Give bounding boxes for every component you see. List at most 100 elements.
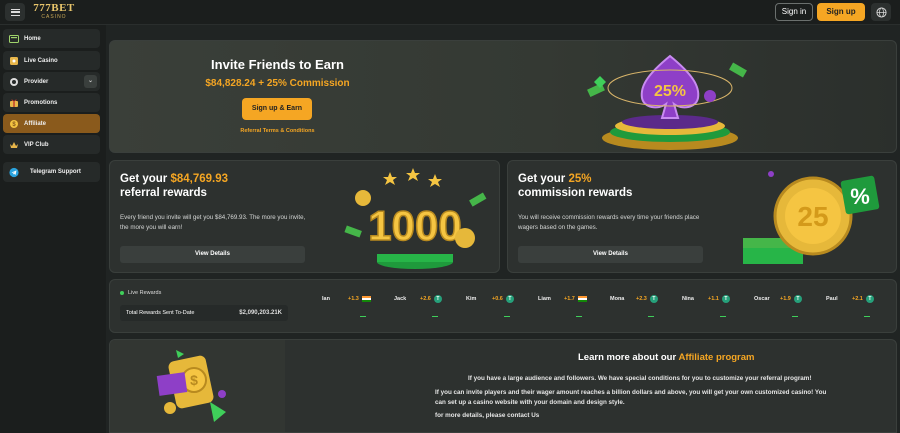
commission-description: You will receive commission rewards ever… <box>518 214 700 231</box>
globe-icon[interactable] <box>871 3 891 21</box>
sidebar-item-label: Promotions <box>24 99 58 106</box>
commission-badge: 25 <box>797 201 828 232</box>
commission-title: Get your 25% commission rewards <box>518 172 632 200</box>
hero-illustration: 25% <box>587 54 747 150</box>
ticker-item: Jack +2.6 T <box>394 294 442 304</box>
hero-banner: Invite Friends to Earn $84,828.24 + 25% … <box>109 40 897 153</box>
referral-terms-link[interactable]: Referral Terms & Conditions <box>110 128 445 134</box>
referral-title: Get your $84,769.93 referral rewards <box>120 172 228 200</box>
hero-title: Invite Friends to Earn <box>211 57 344 72</box>
referral-rewards-card: Get your $84,769.93 referral rewards Eve… <box>109 160 500 273</box>
tether-coin-icon: T <box>649 295 658 303</box>
ticker-divider <box>432 316 438 317</box>
vip-icon <box>9 140 19 150</box>
sidebar-item-label: Live Casino <box>24 57 58 64</box>
ticker-item: Paul +2.1 T <box>826 294 874 304</box>
affiliate-title-highlight: Affiliate program <box>678 352 755 363</box>
signup-earn-button[interactable]: Sign up & Earn <box>242 98 312 120</box>
tether-coin-icon: T <box>505 295 514 303</box>
live-casino-icon <box>9 56 19 66</box>
sidebar-item-promotions[interactable]: Promotions <box>3 93 100 112</box>
svg-text:%: % <box>850 184 870 209</box>
ticker-value: +0.6 <box>492 296 503 302</box>
sidebar-item-label: VIP Club <box>24 141 49 148</box>
live-rewards-label-text: Live Rewards <box>128 290 162 296</box>
referral-amount: $84,769.93 <box>170 173 229 185</box>
ticker-item: Oscar +1.9 T <box>754 294 802 304</box>
sidebar-item-vip-club[interactable]: VIP Club <box>3 135 100 154</box>
commission-view-details-button[interactable]: View Details <box>518 246 703 263</box>
total-rewards-box: Total Rewards Sent To-Date $2,090,203.21… <box>120 305 288 321</box>
sidebar-item-home[interactable]: Home <box>3 29 100 48</box>
hamburger-icon[interactable] <box>5 3 25 21</box>
commission-amount: 25% <box>568 173 592 185</box>
sidebar-item-live-casino[interactable]: Live Casino <box>3 51 100 70</box>
hero-amount: $84,828.24 + 25% Commission <box>205 78 350 89</box>
ticker-name: Nina <box>682 296 694 302</box>
ticker-divider <box>720 316 726 317</box>
logo[interactable]: 777BET CASINO <box>33 2 75 22</box>
ticker-divider <box>864 316 870 317</box>
affiliate-title-pre: Learn more about our <box>578 352 679 363</box>
commission-illustration: 25 % <box>743 171 880 264</box>
tether-coin-icon: T <box>865 295 874 303</box>
ticker-value: +1.3 <box>348 296 359 302</box>
affiliate-illustration: $ <box>110 340 285 432</box>
ticker-name: Jack <box>394 296 407 302</box>
live-rewards-panel: Live Rewards Total Rewards Sent To-Date … <box>109 279 897 333</box>
india-flag-icon <box>577 296 587 302</box>
ticker-item: Liam +1.7 <box>538 294 587 304</box>
ticker-divider <box>504 316 510 317</box>
live-rewards-label: Live Rewards <box>120 290 161 296</box>
chevron-down-icon[interactable]: ⌄ <box>84 75 97 88</box>
sidebar-item-provider[interactable]: Provider ⌄ <box>3 72 100 91</box>
tether-coin-icon: T <box>721 295 730 303</box>
ticker-name: Liam <box>538 296 551 302</box>
ticker-name: Oscar <box>754 296 770 302</box>
svg-text:$: $ <box>190 372 198 388</box>
tether-coin-icon: T <box>793 295 802 303</box>
affiliate-contact-link[interactable]: for more details, please contact Us <box>435 411 539 421</box>
ticker-value: +2.6 <box>420 296 431 302</box>
india-flag-icon <box>361 296 371 302</box>
promotions-icon <box>9 98 19 108</box>
ticker-value: +1.7 <box>564 296 575 302</box>
ticker-divider <box>360 316 366 317</box>
sidebar-item-label: Provider <box>24 78 49 85</box>
signin-button[interactable]: Sign in <box>775 3 813 21</box>
ticker-name: Mona <box>610 296 625 302</box>
logo-main-text: 777BET <box>33 2 75 14</box>
total-rewards-label: Total Rewards Sent To-Date <box>126 310 195 316</box>
sidebar-item-affiliate[interactable]: $ Affiliate <box>3 114 100 133</box>
ticker-item: Kim +0.6 T <box>466 294 514 304</box>
provider-icon <box>9 77 19 87</box>
sidebar-item-label: Affiliate <box>24 120 47 127</box>
affiliate-text-line: If you can invite players and their wage… <box>435 389 827 396</box>
ticker-divider <box>576 316 582 317</box>
referral-description: Every friend you invite will get you $84… <box>120 214 306 231</box>
ticker-item: Ian +1.3 <box>322 294 371 304</box>
referral-illustration: 1000 <box>344 168 487 269</box>
ticker-value: +1.9 <box>780 296 791 302</box>
commission-rewards-card: Get your 25% commission rewards You will… <box>507 160 897 273</box>
ticker-value: +1.1 <box>708 296 719 302</box>
signup-button[interactable]: Sign up <box>817 3 865 21</box>
ticker-divider <box>648 316 654 317</box>
affiliate-title: Learn more about our Affiliate program <box>578 352 754 363</box>
commission-title-post: commission rewards <box>518 187 633 199</box>
telegram-icon <box>9 167 19 177</box>
referral-view-details-button[interactable]: View Details <box>120 246 305 263</box>
ticker-item: Mona +2.3 T <box>610 294 658 304</box>
sidebar-item-telegram-support[interactable]: Telegram Support <box>3 162 100 182</box>
sidebar: Home Live Casino Provider ⌄ Promotions $… <box>0 25 106 433</box>
sidebar-item-label: Home <box>24 35 41 42</box>
logo-sub-text: CASINO <box>41 14 67 20</box>
ticker-value: +2.3 <box>636 296 647 302</box>
commission-title-pre: Get your <box>518 173 569 185</box>
referral-title-pre: Get your <box>120 173 171 185</box>
total-rewards-value: $2,090,203.21K <box>239 310 282 316</box>
referral-title-post: referral rewards <box>120 187 207 199</box>
ticker-name: Kim <box>466 296 477 302</box>
affiliate-text-line: If you have a large audience and followe… <box>468 375 812 382</box>
affiliate-icon: $ <box>9 119 19 129</box>
